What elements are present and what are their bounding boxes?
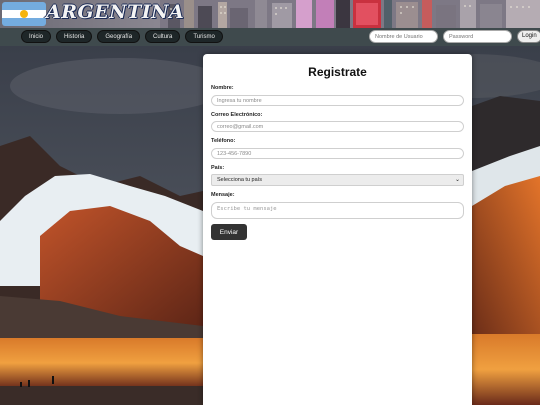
message-textarea[interactable] [211, 202, 464, 219]
registration-form: Registrate Nombre: Correo Electrónico: T… [203, 54, 472, 405]
nav-bar: Inicio Historia Geografía Cultura Turism… [0, 28, 540, 46]
nav-item-inicio[interactable]: Inicio [21, 30, 52, 43]
country-select-value: Selecciona tu país [217, 177, 262, 183]
country-label: País: [211, 165, 225, 171]
phone-input[interactable] [211, 148, 464, 159]
nav-links: Inicio Historia Geografía Cultura Turism… [21, 30, 223, 43]
login-button[interactable]: Login [517, 30, 540, 43]
form-title: Registrate [308, 65, 367, 79]
chevron-down-icon: ⌄ [454, 177, 460, 183]
nav-item-geografia[interactable]: Geografía [97, 30, 141, 43]
nav-item-cultura[interactable]: Cultura [145, 30, 181, 43]
email-input[interactable] [211, 121, 464, 132]
sun-of-may-icon [20, 10, 28, 18]
city-skyline-image [160, 0, 540, 28]
nav-item-turismo[interactable]: Turismo [185, 30, 223, 43]
email-label: Correo Electrónico: [211, 112, 263, 118]
name-label: Nombre: [211, 85, 234, 91]
site-title: ARGENTINA [46, 1, 185, 23]
password-input[interactable] [443, 30, 512, 43]
username-input[interactable] [369, 30, 438, 43]
argentina-flag-icon [2, 2, 46, 26]
login-form: Login [369, 30, 540, 43]
submit-button[interactable]: Enviar [211, 224, 247, 240]
name-input[interactable] [211, 95, 464, 106]
message-label: Mensaje: [211, 192, 235, 198]
country-select[interactable]: Selecciona tu país ⌄ [211, 174, 464, 186]
phone-label: Teléfono: [211, 138, 236, 144]
nav-item-historia[interactable]: Historia [56, 30, 93, 43]
header-banner: ARGENTINA [0, 0, 540, 28]
